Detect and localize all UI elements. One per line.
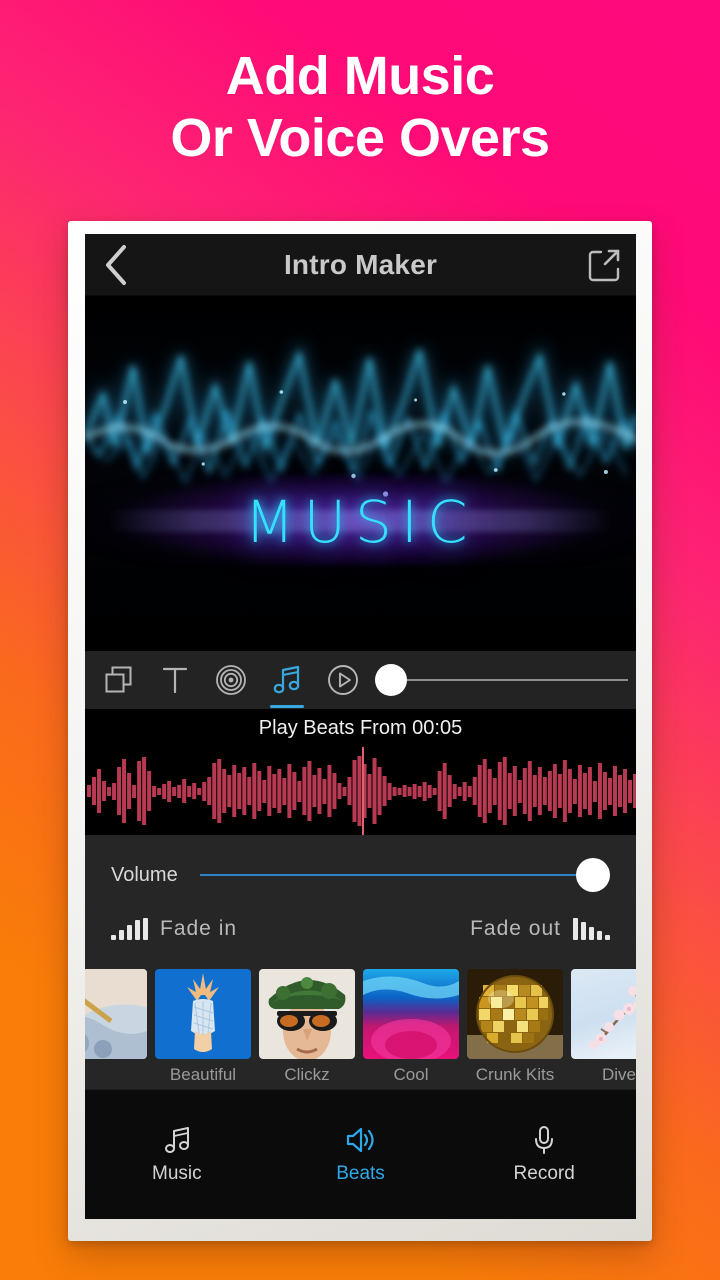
scrubber-knob[interactable] <box>375 664 407 696</box>
phone-frame: Intro Maker MUSIC Play Beats From 00:05 … <box>68 221 652 1241</box>
volume-knob[interactable] <box>576 858 610 892</box>
tab-music-label: Music <box>152 1163 202 1184</box>
tab-beats-label: Beats <box>336 1163 385 1184</box>
thumb-beautiful-label: Beautiful <box>169 1065 237 1084</box>
back-button[interactable] <box>85 234 147 296</box>
volume-label: Volume <box>111 863 178 886</box>
audio-controls: Volume Fade in Fade out <box>85 835 636 967</box>
thumb-beautiful[interactable]: Beautiful <box>155 969 251 1085</box>
speaker-waves-icon <box>346 1127 374 1153</box>
beats-heading: Play Beats From 00:05 <box>85 709 636 747</box>
bottom-tab-bar: Music Beats Record <box>85 1089 636 1219</box>
editor-toolbar <box>85 651 636 709</box>
fade-out-label: Fade out <box>470 917 561 940</box>
share-export-icon <box>588 249 620 281</box>
tab-record[interactable]: Record <box>452 1124 636 1185</box>
thumb-partial[interactable] <box>85 969 147 1085</box>
bars-ascending-icon <box>111 918 148 940</box>
waveform-playhead[interactable] <box>361 747 364 835</box>
promo-headline-line-1: Add Music <box>225 46 495 107</box>
app-navbar: Intro Maker <box>85 234 636 296</box>
thumb-crunk-kits[interactable]: Crunk Kits <box>467 969 563 1085</box>
volume-slider[interactable] <box>199 855 610 895</box>
volume-track <box>199 874 596 876</box>
thumb-clickz-label: Clickz <box>284 1065 330 1084</box>
play-circle-icon <box>328 665 358 695</box>
target-rings-icon <box>216 665 246 695</box>
layers-icon <box>105 666 132 693</box>
beats-waveform[interactable] <box>85 747 636 835</box>
phone-screen: Intro Maker MUSIC Play Beats From 00:05 … <box>85 234 636 1219</box>
page-title: Intro Maker <box>283 248 438 280</box>
thumbnail-row: Beautiful Clickz Cool Crunk Kits Dive <box>85 969 636 1085</box>
music-note-icon <box>273 665 300 694</box>
timeline-scrubber[interactable] <box>371 651 630 709</box>
thumb-cool[interactable]: Cool <box>363 969 459 1085</box>
cherry-blossom-thumb-icon <box>571 969 636 1059</box>
scrubber-track <box>407 679 628 681</box>
thumb-clickz-image <box>259 969 355 1059</box>
thumb-cool-image <box>363 969 459 1059</box>
abstract-pale-thumb-icon <box>85 969 147 1059</box>
tool-effects[interactable] <box>203 651 259 709</box>
tab-music[interactable]: Music <box>85 1124 269 1185</box>
tool-layers[interactable] <box>91 651 147 709</box>
thumb-crunk-kits-image <box>467 969 563 1059</box>
blue-pink-abstract-thumb-icon <box>363 969 459 1059</box>
volume-row: Volume <box>111 855 610 895</box>
thumb-dive-label: Dive <box>601 1065 636 1084</box>
preview-overlay-text: MUSIC <box>244 488 477 556</box>
waveform-graphic <box>87 756 636 826</box>
text-icon <box>162 667 188 694</box>
music-note-icon <box>164 1127 189 1153</box>
disco-ball-thumb-icon <box>467 969 563 1059</box>
fade-in-button[interactable]: Fade in <box>111 917 237 941</box>
tool-play[interactable] <box>315 651 371 709</box>
thumb-partial-image <box>85 969 147 1059</box>
portrait-sunglasses-thumb-icon <box>259 969 355 1059</box>
chevron-left-icon <box>106 244 126 285</box>
thumb-clickz[interactable]: Clickz <box>259 969 355 1085</box>
fade-out-button[interactable]: Fade out <box>470 917 610 941</box>
thumb-dive[interactable]: Dive <box>571 969 636 1085</box>
promo-headline-line-2: Or Voice Overs <box>170 107 550 168</box>
export-button[interactable] <box>574 234 636 296</box>
thumb-crunk-kits-label: Crunk Kits <box>475 1065 555 1084</box>
fade-row: Fade in Fade out <box>111 917 610 941</box>
tool-music[interactable] <box>259 651 315 709</box>
fade-in-label: Fade in <box>160 917 238 940</box>
video-preview[interactable]: MUSIC <box>85 296 636 651</box>
beats-library[interactable]: Beautiful Clickz Cool Crunk Kits Dive <box>85 967 636 1089</box>
tool-text[interactable] <box>147 651 203 709</box>
tab-record-label: Record <box>513 1163 575 1184</box>
pineapple-thumb-icon <box>155 969 251 1059</box>
thumb-cool-label: Cool <box>393 1065 429 1084</box>
thumb-beautiful-image <box>155 969 251 1059</box>
microphone-icon <box>535 1126 554 1154</box>
thumb-dive-image <box>571 969 636 1059</box>
bars-descending-icon <box>573 918 610 940</box>
promo-banner: Add Music Or Voice Overs <box>0 0 720 215</box>
tab-beats[interactable]: Beats <box>269 1124 453 1185</box>
